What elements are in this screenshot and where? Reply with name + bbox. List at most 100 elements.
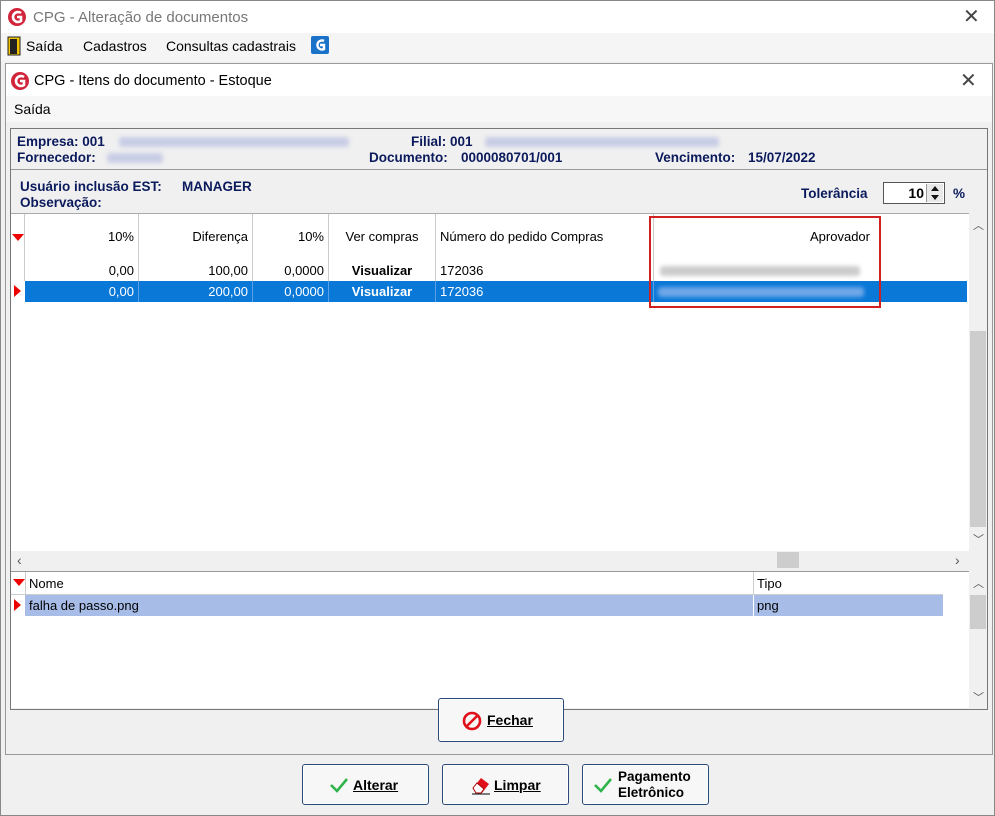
main-menu-bar: Saída Cadastros Consultas cadastrais <box>1 33 994 61</box>
alterar-button[interactable]: Alterar <box>302 764 429 805</box>
info-panel: Empresa: 001 Filial: 001 Fornecedor: Doc… <box>10 128 988 710</box>
window-title: CPG - Alteração de documentos <box>33 9 249 26</box>
header-tipo[interactable]: Tipo <box>757 576 782 591</box>
scroll-down-icon[interactable]: ﹀ <box>973 531 984 547</box>
file-selection-highlight <box>25 595 943 616</box>
file-tipo: png <box>757 598 779 613</box>
header-diferenca[interactable]: Diferença <box>139 214 253 260</box>
files-grid: Nome Tipo falha de passo.png png <box>11 571 969 708</box>
pagamento-label-line1: Pagamento <box>618 769 691 784</box>
eraser-icon <box>472 778 490 795</box>
spin-down-icon[interactable] <box>931 195 939 200</box>
items-dialog: CPG - Itens do documento - Estoque ✕ Saí… <box>5 63 993 755</box>
row-indicator-header <box>11 214 25 260</box>
checkmark-icon <box>330 778 348 793</box>
scroll-right-icon[interactable]: › <box>955 552 960 568</box>
header-ver-compras[interactable]: Ver compras <box>329 214 436 260</box>
divider <box>753 572 754 594</box>
header-10pct-a[interactable]: 10% <box>25 214 139 260</box>
row-indicator <box>11 281 25 302</box>
header-nome[interactable]: Nome <box>29 576 64 591</box>
scroll-thumb[interactable] <box>970 331 986 527</box>
dialog-title: CPG - Itens do documento - Estoque <box>34 73 272 89</box>
app-shortcut-icon[interactable] <box>311 36 329 54</box>
h-scroll-thumb[interactable] <box>777 552 799 568</box>
fechar-label: Fechar <box>487 712 533 728</box>
tolerancia-label: Tolerância <box>801 186 868 201</box>
dialog-logo-icon <box>11 72 29 90</box>
files-header: Nome Tipo <box>11 572 943 595</box>
scroll-down-icon[interactable]: ﹀ <box>973 689 984 705</box>
tolerancia-stepper[interactable]: 10 <box>883 182 945 204</box>
spin-buttons[interactable] <box>926 184 943 202</box>
sort-down-icon <box>12 234 24 241</box>
pagamento-label-line2: Eletrônico <box>618 785 685 800</box>
fornecedor-label: Fornecedor: <box>17 150 96 165</box>
menu-cadastros[interactable]: Cadastros <box>83 38 147 54</box>
alterar-label: Alterar <box>353 777 399 793</box>
aprovador-highlight-box <box>649 216 881 308</box>
cell-diferenca: 100,00 <box>139 260 253 281</box>
usuario-value: MANAGER <box>182 179 252 194</box>
header-10pct-b[interactable]: 10% <box>253 214 329 260</box>
dialog-title-bar: CPG - Itens do documento - Estoque ✕ <box>6 64 992 96</box>
spin-up-icon[interactable] <box>931 186 939 191</box>
filial-name-redacted <box>485 137 719 147</box>
dialog-close-icon[interactable]: ✕ <box>960 71 977 91</box>
tolerancia-value: 10 <box>908 185 924 201</box>
cell-10pct-b: 0,0000 <box>253 281 329 302</box>
visualizar-link[interactable]: Visualizar <box>329 260 436 281</box>
files-vertical-scrollbar[interactable]: ︿ ﹀ <box>969 571 987 707</box>
exit-door-icon <box>7 36 21 56</box>
current-row-icon <box>14 599 21 611</box>
empresa-name-redacted <box>119 137 349 147</box>
limpar-label: Limpar <box>494 777 541 793</box>
scroll-left-icon[interactable]: ‹ <box>17 552 22 568</box>
filial-label: Filial: 001 <box>411 134 473 149</box>
close-icon[interactable]: ✕ <box>963 7 980 27</box>
checkmark-icon <box>594 778 612 793</box>
menu-consultas-cadastrais[interactable]: Consultas cadastrais <box>166 38 296 54</box>
divider <box>11 169 987 170</box>
dialog-menu-bar: Saída <box>6 96 992 122</box>
sort-down-icon <box>13 579 25 586</box>
items-grid: 10% Diferença 10% Ver compras Número do … <box>11 213 969 552</box>
visualizar-link[interactable]: Visualizar <box>329 281 436 302</box>
menu-saida[interactable]: Saída <box>26 38 63 54</box>
fechar-button[interactable]: Fechar <box>438 698 564 742</box>
divider <box>753 595 754 616</box>
observacao-label: Observação: <box>20 195 102 210</box>
cell-numero-pedido: 172036 <box>436 260 654 281</box>
file-nome: falha de passo.png <box>29 598 139 613</box>
grid-horizontal-scrollbar[interactable]: ‹ › <box>11 551 987 569</box>
no-entry-icon <box>462 711 482 731</box>
percent-label: % <box>953 186 966 201</box>
grid-vertical-scrollbar[interactable]: ︿ ﹀ <box>969 213 987 551</box>
documento-label: Documento: <box>369 150 448 165</box>
vencimento-label: Vencimento: <box>655 150 736 165</box>
row-indicator <box>11 595 25 616</box>
current-row-icon <box>14 285 21 297</box>
empresa-label: Empresa: 001 <box>17 134 105 149</box>
limpar-button[interactable]: Limpar <box>442 764 569 805</box>
file-row-selected[interactable]: falha de passo.png png <box>11 595 943 616</box>
divider <box>25 572 26 594</box>
app-logo-icon <box>8 8 26 26</box>
pagamento-eletronico-button[interactable]: Pagamento Eletrônico <box>582 764 709 805</box>
fornecedor-redacted <box>107 153 163 163</box>
cell-10pct-b: 0,0000 <box>253 260 329 281</box>
cell-numero-pedido: 172036 <box>436 281 654 302</box>
cell-diferenca: 200,00 <box>139 281 253 302</box>
scroll-up-icon[interactable]: ︿ <box>973 575 984 591</box>
scroll-thumb[interactable] <box>970 595 986 629</box>
row-indicator <box>11 260 25 281</box>
title-bar: CPG - Alteração de documentos ✕ <box>1 1 994 33</box>
cell-10pct-a: 0,00 <box>25 281 139 302</box>
vencimento-value: 15/07/2022 <box>748 150 816 165</box>
documento-value: 0000080701/001 <box>461 150 563 165</box>
dialog-menu-saida[interactable]: Saída <box>14 101 51 117</box>
scroll-up-icon[interactable]: ︿ <box>973 217 984 233</box>
cell-10pct-a: 0,00 <box>25 260 139 281</box>
usuario-label: Usuário inclusão EST: <box>20 179 162 194</box>
header-numero-pedido[interactable]: Número do pedido Compras <box>436 214 654 260</box>
